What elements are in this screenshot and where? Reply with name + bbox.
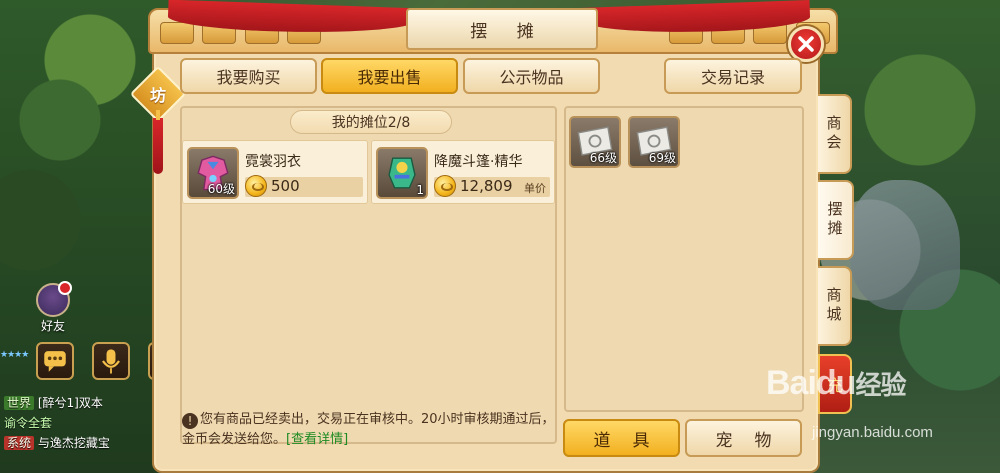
tab-sell[interactable]: 我要出售 [321, 58, 458, 94]
tab-public-items[interactable]: 公示物品 [463, 58, 600, 94]
friends-button[interactable]: 好友 [32, 281, 74, 333]
chat-message: 谕令全套 [4, 416, 53, 430]
market-badge-label: 坊 [149, 86, 166, 105]
close-button[interactable] [788, 26, 824, 62]
side-tab-chamber[interactable]: 商会 [818, 94, 852, 174]
chat-channel-tag: 世界 [4, 396, 35, 410]
side-tab-mall[interactable]: 商城 [818, 266, 852, 346]
chat-message: [醉兮1]双本 [37, 396, 103, 410]
tab-pets[interactable]: 宠物 [685, 419, 802, 457]
item-price: 12,809 [460, 177, 513, 195]
chat-line: 谕令全套 [4, 414, 52, 431]
window-title: 摆 摊 [470, 21, 546, 42]
chat-panel[interactable]: 世界 [醉兮1]双本 谕令全套 系统 与逸杰挖藏宝 [0, 390, 165, 473]
notice-text: 您有商品已经卖出，交易正在审核中。20小时审核期通过后，金币会发送给您。 [182, 412, 555, 447]
cloak-essence-icon: 1 [376, 147, 428, 199]
chat-bubble-icon[interactable] [36, 342, 74, 380]
stall-item-card[interactable]: 60级 霓裳羽衣 500 [182, 140, 368, 204]
tassel-ornament [153, 110, 163, 174]
close-icon [798, 36, 814, 52]
tab-items[interactable]: 道具 [563, 419, 680, 457]
gold-coin-icon [434, 175, 456, 197]
microphone-icon[interactable] [92, 342, 130, 380]
chat-line: 世界 [醉兮1]双本 [4, 394, 103, 411]
friends-label: 好友 [40, 319, 65, 333]
item-count: 1 [416, 183, 424, 197]
robe-icon: 60级 [187, 147, 239, 199]
gold-coin-icon [245, 175, 267, 197]
item-level: 69级 [648, 151, 676, 165]
chat-message: 与逸杰挖藏宝 [37, 436, 110, 450]
tab-buy[interactable]: 我要购买 [180, 58, 317, 94]
item-level: 60级 [207, 182, 235, 196]
watermark-cn: 经验 [855, 370, 906, 400]
level-stars: ★★★★ [0, 350, 29, 360]
watermark-brand: Baidu [766, 364, 856, 402]
view-details-link[interactable]: [查看详情] [286, 432, 348, 447]
watermark-url: jingyan.baidu.com [812, 424, 933, 441]
price-unit: 单价 [524, 182, 546, 195]
item-name: 霓裳羽衣 [245, 154, 301, 170]
chat-channel-tag: 系统 [4, 436, 35, 450]
stall-item-card[interactable]: 1 降魔斗篷·精华 12,809 单价 [371, 140, 555, 204]
inventory-slot[interactable]: 69级 [628, 116, 680, 168]
sale-notice: ! 您有商品已经卖出，交易正在审核中。20小时审核期通过后，金币会发送给您。[查看… [182, 410, 556, 456]
exclamation-icon: ! [182, 413, 198, 429]
chat-line: 系统 与逸杰挖藏宝 [4, 434, 110, 451]
title-plate: 摆 摊 [406, 8, 598, 50]
notification-dot [58, 281, 72, 295]
stall-slots-header: 我的摊位2/8 [290, 110, 452, 134]
price-field: 12,809 单价 [434, 175, 550, 197]
item-level: 66级 [589, 151, 617, 165]
inventory-slot[interactable]: 66级 [569, 116, 621, 168]
item-price: 500 [271, 177, 300, 195]
side-tab-stall[interactable]: 摆摊 [818, 180, 854, 260]
baidu-watermark: Baidu经验 [766, 364, 906, 403]
item-name: 降魔斗篷·精华 [434, 154, 523, 170]
price-field: 500 [245, 175, 363, 197]
tab-trade-history[interactable]: 交易记录 [664, 58, 802, 94]
